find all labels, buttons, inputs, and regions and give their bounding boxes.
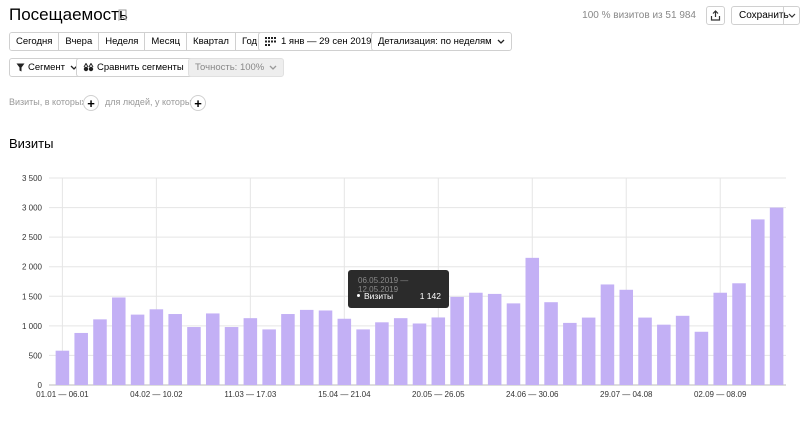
date-range-button[interactable]: 1 янв — 29 сен 2019 [258, 32, 379, 51]
chart-bar[interactable] [356, 329, 370, 385]
visits-summary: 100 % визитов из 51 984 [582, 10, 696, 21]
x-tick-label: 29.07 — 04.08 [600, 390, 653, 399]
chart-bar[interactable] [205, 313, 220, 385]
period-today[interactable]: Сегодня [10, 33, 60, 50]
chart-bar[interactable] [638, 317, 652, 385]
chart-bar[interactable] [525, 257, 540, 385]
detail-label: Детализация: по неделям [378, 36, 492, 47]
bookmark-icon[interactable] [118, 9, 127, 21]
chart-bar[interactable] [487, 293, 502, 385]
tooltip-bullet [357, 294, 360, 297]
period-selector: Сегодня Вчера Неделя Месяц Квартал Год [9, 32, 265, 51]
chart-bar[interactable] [262, 329, 276, 385]
y-tick-label: 3 500 [22, 174, 43, 183]
chart-bar[interactable] [544, 302, 558, 385]
detail-dropdown[interactable]: Детализация: по неделям [371, 32, 512, 51]
chart-bar[interactable] [581, 317, 596, 385]
x-tick-label: 11.03 — 17.03 [224, 390, 276, 399]
add-visits-filter-button[interactable]: + [83, 95, 99, 111]
chart-bar[interactable] [337, 318, 352, 385]
chevron-down-icon [269, 65, 277, 70]
y-tick-label: 3 000 [22, 204, 43, 213]
chart-bar[interactable] [112, 297, 126, 385]
chart-bar[interactable] [318, 310, 333, 385]
plus-icon: + [194, 95, 202, 111]
period-week[interactable]: Неделя [99, 33, 146, 50]
chart-bar[interactable] [243, 318, 258, 385]
chart-bar[interactable] [281, 314, 295, 385]
chart-bar[interactable] [93, 319, 107, 385]
x-tick-label: 04.02 — 10.02 [130, 390, 183, 399]
chart-bar[interactable] [299, 309, 314, 385]
chart-bar[interactable] [393, 318, 408, 385]
chart-bar[interactable] [694, 331, 709, 385]
chart-bar[interactable] [224, 327, 239, 385]
chart-bar[interactable] [450, 296, 464, 385]
add-people-filter-button[interactable]: + [190, 95, 206, 111]
compare-segments-button[interactable]: Сравнить сегменты [76, 58, 204, 77]
segment-label: Сегмент [28, 62, 66, 73]
chart-bar[interactable] [675, 315, 690, 385]
period-month[interactable]: Месяц [145, 33, 188, 50]
chart-bar[interactable] [751, 219, 765, 385]
chart-bar[interactable] [168, 314, 182, 385]
chart-bar[interactable] [769, 207, 784, 385]
period-quarter[interactable]: Квартал [187, 33, 236, 50]
chart-tooltip: 06.05.2019 — 12.05.2019 Визиты 1 142 [348, 270, 449, 308]
chart-bar[interactable] [713, 292, 727, 385]
y-tick-label: 2 500 [22, 233, 43, 242]
page-title: Посещаемость [9, 5, 128, 24]
chevron-down-icon[interactable] [784, 13, 799, 18]
compare-label: Сравнить сегменты [97, 62, 184, 73]
chart-bar[interactable] [506, 303, 521, 385]
accuracy-dropdown[interactable]: Точность: 100% [188, 58, 285, 77]
chart-bar[interactable] [187, 327, 201, 385]
chevron-down-icon [497, 39, 505, 44]
x-tick-label: 15.04 — 21.04 [318, 390, 371, 399]
x-tick-label: 01.01 — 06.01 [36, 390, 89, 399]
period-yesterday[interactable]: Вчера [59, 33, 100, 50]
chart-bar[interactable] [412, 323, 427, 385]
save-label: Сохранить [732, 7, 789, 24]
tooltip-series-name: Визиты [364, 291, 394, 301]
date-range-label: 1 янв — 29 сен 2019 [281, 36, 372, 47]
share-icon [710, 10, 721, 21]
chart-bar[interactable] [130, 314, 145, 385]
section-title: Визиты [9, 136, 54, 151]
x-tick-label: 20.05 — 26.05 [412, 390, 465, 399]
accuracy-label: Точность: 100% [195, 62, 265, 73]
y-tick-label: 0 [38, 381, 43, 390]
compare-icon [83, 63, 94, 72]
x-tick-label: 24.06 — 30.06 [506, 390, 559, 399]
chart-bar[interactable] [55, 350, 70, 385]
visits-filter-label: Визиты, в которых [9, 97, 86, 107]
chart-bar[interactable] [600, 284, 615, 385]
calendar-icon [265, 37, 276, 46]
y-tick-label: 1 500 [22, 292, 43, 301]
chart-bar[interactable] [469, 292, 483, 385]
x-tick-label: 02.09 — 08.09 [694, 390, 747, 399]
y-tick-label: 1 000 [22, 322, 43, 331]
share-button[interactable] [706, 6, 725, 25]
filter-icon [16, 63, 25, 72]
tooltip-value: 1 142 [419, 291, 441, 301]
chart-bar[interactable] [657, 324, 671, 385]
y-tick-label: 500 [29, 351, 43, 360]
chart-bar[interactable] [619, 289, 634, 385]
y-tick-label: 2 000 [22, 263, 43, 272]
save-button[interactable]: Сохранить [731, 6, 800, 25]
chart-bar[interactable] [74, 332, 88, 385]
chart-bar[interactable] [375, 322, 389, 385]
segment-button[interactable]: Сегмент [9, 58, 86, 77]
chart-bar[interactable] [732, 283, 746, 385]
people-filter-label: для людей, у которых [105, 97, 196, 107]
chart-bar[interactable] [431, 317, 446, 385]
chart-bar[interactable] [563, 322, 577, 385]
chart-bar[interactable] [149, 309, 164, 385]
plus-icon: + [87, 95, 95, 111]
